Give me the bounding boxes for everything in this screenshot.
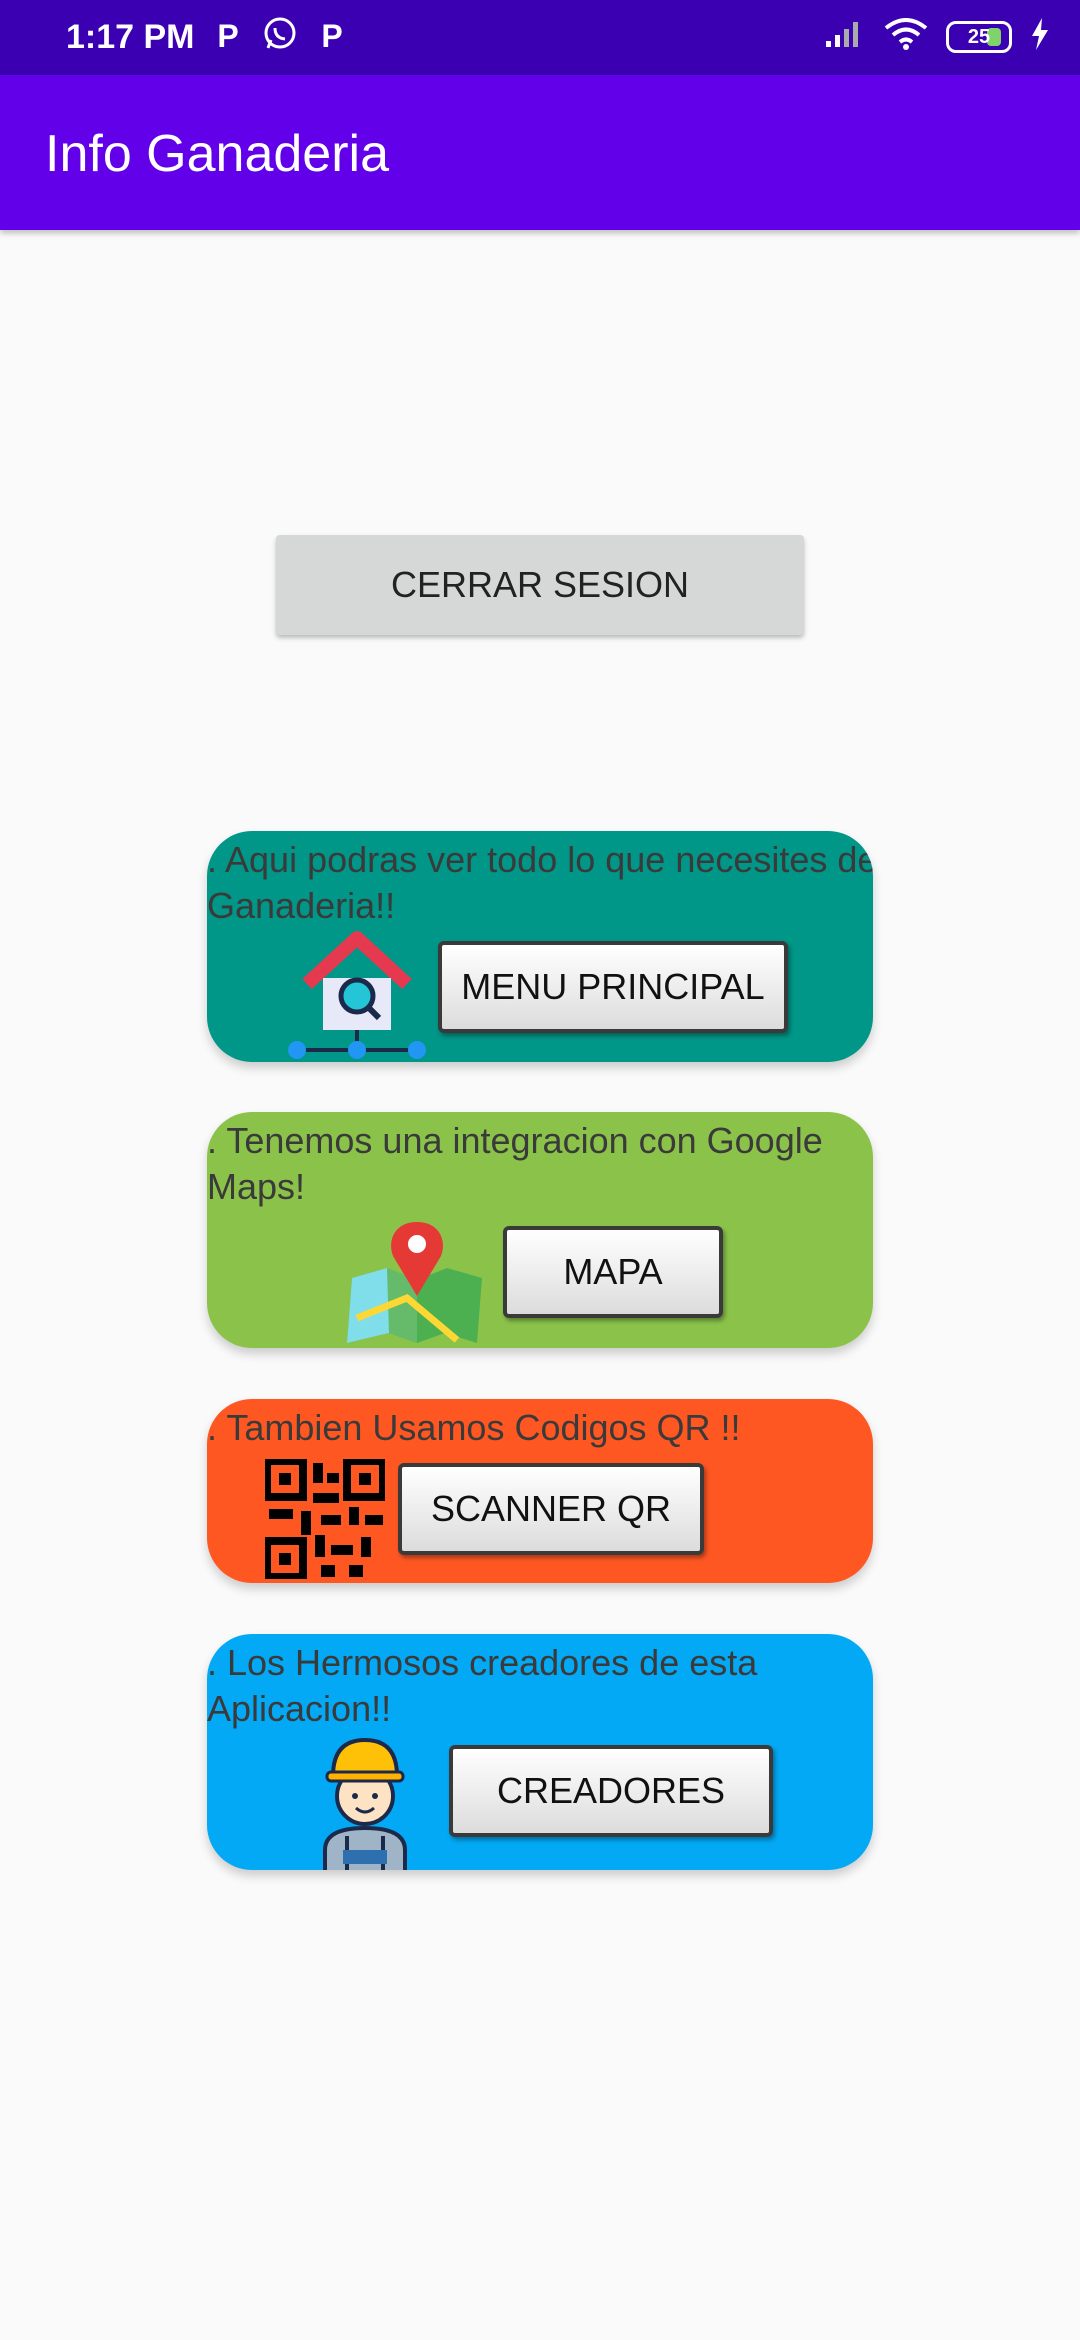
logout-button[interactable]: CERRAR SESION <box>276 535 804 635</box>
battery-level: 25 <box>967 25 991 48</box>
system-indicators: 25 <box>824 18 1050 55</box>
charging-icon <box>1030 18 1050 55</box>
map-pin-icon <box>347 1218 487 1348</box>
battery-icon: 25 <box>946 20 1012 53</box>
whatsapp-icon <box>262 16 298 56</box>
mapa-button[interactable]: MAPA <box>503 1226 723 1318</box>
card-description: . Tenemos una integracion con Google Map… <box>207 1120 823 1207</box>
status-time: 1:17 PM <box>66 18 195 56</box>
card-scanner-qr: . Tambien Usamos Codigos QR !! SCANNER Q… <box>207 1399 873 1583</box>
house-search-icon <box>287 926 427 1062</box>
worker-icon <box>303 1732 427 1870</box>
notification-icons: P P <box>210 16 350 56</box>
scanner-qr-button[interactable]: SCANNER QR <box>398 1463 704 1555</box>
card-description: . Aqui podras ver todo lo que necesites … <box>207 839 873 926</box>
qr-code-icon <box>263 1457 387 1583</box>
card-description: . Tambien Usamos Codigos QR !! <box>207 1407 741 1448</box>
page-title: Info Ganaderia <box>45 125 390 183</box>
creadores-button[interactable]: CREADORES <box>449 1745 773 1837</box>
app-bar: Info Ganaderia <box>0 75 1080 230</box>
signal-icon <box>824 19 866 54</box>
card-mapa: . Tenemos una integracion con Google Map… <box>207 1112 873 1348</box>
menu-principal-button[interactable]: MENU PRINCIPAL <box>438 941 788 1033</box>
card-menu-principal: . Aqui podras ver todo lo que necesites … <box>207 831 873 1062</box>
p-app-icon: P <box>321 18 343 54</box>
status-bar: 1:17 PM P P 25 <box>0 0 1080 75</box>
card-creadores: . Los Hermosos creadores de esta Aplicac… <box>207 1634 873 1870</box>
card-description: . Los Hermosos creadores de esta Aplicac… <box>207 1642 758 1729</box>
wifi-icon <box>884 18 928 55</box>
p-app-icon: P <box>217 18 239 54</box>
